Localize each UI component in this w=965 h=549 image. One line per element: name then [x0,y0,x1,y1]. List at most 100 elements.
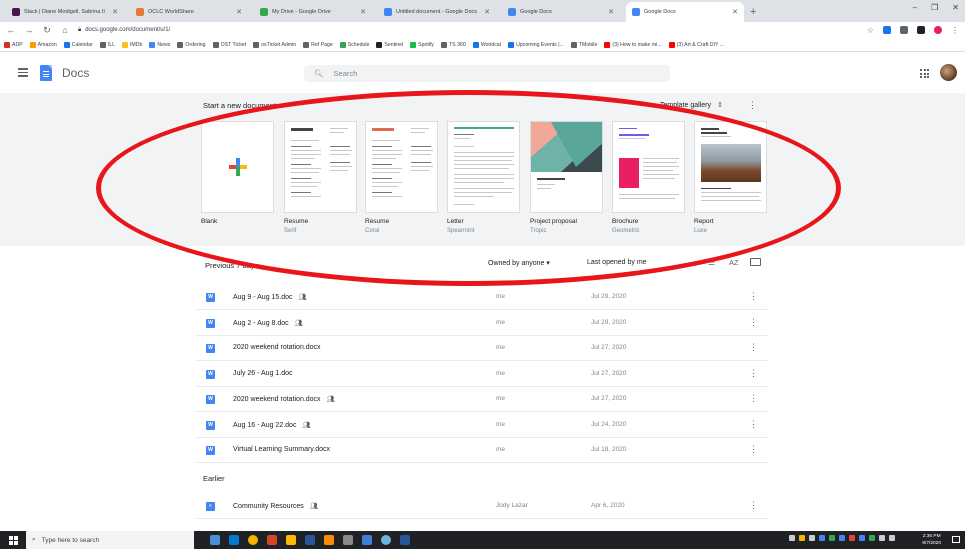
docs-logo-icon[interactable] [40,65,52,81]
row-more-icon[interactable]: ⋮ [749,317,758,328]
search-input[interactable]: 🔍︎ Search [304,65,670,82]
google-apps-icon[interactable] [920,69,929,78]
bookmark-item[interactable]: ADP [4,41,23,48]
taskbar-app-icon[interactable] [343,535,353,545]
taskbar-clock[interactable]: 2:36 PM 8/7/2020 [922,533,941,547]
browser-tab[interactable]: OCLC WorldShare ✕ [130,2,248,22]
word-icon[interactable] [305,535,315,545]
row-more-icon[interactable]: ⋮ [749,368,758,379]
bookmark-item[interactable]: TS 360 [441,41,466,48]
taskbar-app-icon[interactable] [267,535,277,545]
document-row[interactable]: W 2020 weekend rotation.docx 👥︎ me Jul 27… [196,387,768,412]
template-more-icon[interactable]: ⋮ [748,100,757,111]
row-more-icon[interactable]: ⋮ [749,393,758,404]
tab-close-icon[interactable]: ✕ [732,8,738,16]
document-row[interactable]: W Virtual Learning Summary.docx me Jul 1… [196,438,768,463]
browser-tab[interactable]: Google Docs ✕ [502,2,620,22]
network-icon[interactable] [879,535,885,541]
forward-icon[interactable]: → [24,25,34,35]
row-more-icon[interactable]: ⋮ [749,419,758,430]
bookmark-item[interactable]: Worldcat [472,41,501,48]
taskbar-search-input[interactable]: ⌕ Type here to search [26,531,194,549]
template-letter[interactable] [447,121,520,213]
bookmark-item[interactable]: Calendar [63,41,93,48]
document-row[interactable]: W July 26 - Aug 1.doc me Jul 27, 2020 ⋮ [196,362,768,387]
bookmark-item[interactable]: OST Ticket [212,41,246,48]
extension-icon[interactable] [883,26,891,34]
app-title[interactable]: Docs [62,66,89,80]
close-window-icon[interactable]: ✕ [952,3,959,12]
template-label[interactable]: Report [694,218,714,225]
file-explorer-icon[interactable] [286,535,296,545]
taskbar-app-icon[interactable] [400,535,410,545]
taskbar-app-icon[interactable] [229,535,239,545]
bookmark-item[interactable]: News [149,41,170,48]
notification-icon[interactable] [952,536,960,543]
bookmark-item[interactable]: Sentinel [376,41,403,48]
bookmark-item[interactable]: Ref Page [303,41,333,48]
minimize-icon[interactable]: – [913,3,917,12]
tray-icon[interactable] [809,535,815,541]
back-icon[interactable]: ← [6,25,16,35]
star-icon[interactable]: ☆ [867,26,874,35]
bookmark-item[interactable]: ILL [99,41,115,48]
bookmark-item[interactable]: Spotify [410,41,434,48]
extension-icon[interactable] [917,26,925,34]
template-resume-coral[interactable] [365,121,438,213]
browser-tab[interactable]: Google Docs ✕ [626,2,744,22]
bookmark-item[interactable]: Upcoming Events |... [508,41,564,48]
tray-icon[interactable] [859,535,865,541]
tab-close-icon[interactable]: ✕ [484,8,490,16]
owned-by-filter[interactable]: Owned by anyone ▾ [488,259,550,267]
document-row[interactable]: W Aug 16 - Aug 22.doc 👥︎ me Jul 24, 2020 … [196,413,768,438]
row-more-icon[interactable]: ⋮ [749,291,758,302]
tray-icon[interactable] [799,535,805,541]
tray-icon[interactable] [819,535,825,541]
new-tab-button[interactable]: + [750,2,756,22]
template-label[interactable]: Blank [201,218,217,225]
template-proposal[interactable] [530,121,603,213]
tab-close-icon[interactable]: ✕ [112,8,118,16]
document-row[interactable]: ≡ Community Resources 👥︎ Jody Lazar Apr 6… [196,494,768,519]
template-label[interactable]: Letter [447,218,464,225]
calculator-icon[interactable] [362,535,372,545]
bookmark-item[interactable]: osTicket Admin [253,41,296,48]
template-label[interactable]: Project proposal [530,218,577,225]
taskbar-app-icon[interactable] [381,535,391,545]
tab-close-icon[interactable]: ✕ [236,8,242,16]
template-resume-serif[interactable] [284,121,357,213]
extension-icon[interactable] [900,26,908,34]
browser-tab[interactable]: My Drive - Google Drive ✕ [254,2,372,22]
bookmark-item[interactable]: (3) How to make mi... [604,41,662,48]
document-row[interactable]: W Aug 9 - Aug 15.doc 👥︎ me Jul 29, 2020 ⋮ [196,285,768,310]
tray-icon[interactable] [829,535,835,541]
tab-close-icon[interactable]: ✕ [360,8,366,16]
address-bar[interactable]: 🔒︎ docs.google.com/document/u/1/ [78,27,859,34]
home-icon[interactable]: ⌂ [60,25,70,35]
start-button[interactable] [0,531,26,549]
template-label[interactable]: Resume [284,218,308,225]
chrome-icon[interactable] [248,535,258,545]
profile-avatar[interactable] [934,26,942,34]
document-row[interactable]: W 2020 weekend rotation.docx me Jul 27, … [196,336,768,361]
main-menu-icon[interactable] [18,68,28,79]
tray-icon[interactable] [849,535,855,541]
taskbar-app-icon[interactable] [210,535,220,545]
tray-icon[interactable] [869,535,875,541]
bookmark-item[interactable]: Ordering [177,41,206,48]
account-avatar[interactable] [940,64,957,81]
template-report[interactable] [694,121,767,213]
template-label[interactable]: Resume [365,218,389,225]
sort-by-button[interactable]: Last opened by me [587,259,647,266]
template-blank[interactable] [201,121,274,213]
bookmark-item[interactable]: Schedule [339,41,369,48]
restore-icon[interactable]: ❐ [931,3,938,12]
row-more-icon[interactable]: ⋮ [749,444,758,455]
template-gallery-button[interactable]: Template gallery ⇕ [660,101,723,110]
taskbar-app-icon[interactable] [324,535,334,545]
tray-icon[interactable] [789,535,795,541]
tab-close-icon[interactable]: ✕ [608,8,614,16]
bookmark-item[interactable]: IMDb [121,41,142,48]
sort-options-icon[interactable]: AZ [729,258,739,267]
row-more-icon[interactable]: ⋮ [749,500,758,511]
